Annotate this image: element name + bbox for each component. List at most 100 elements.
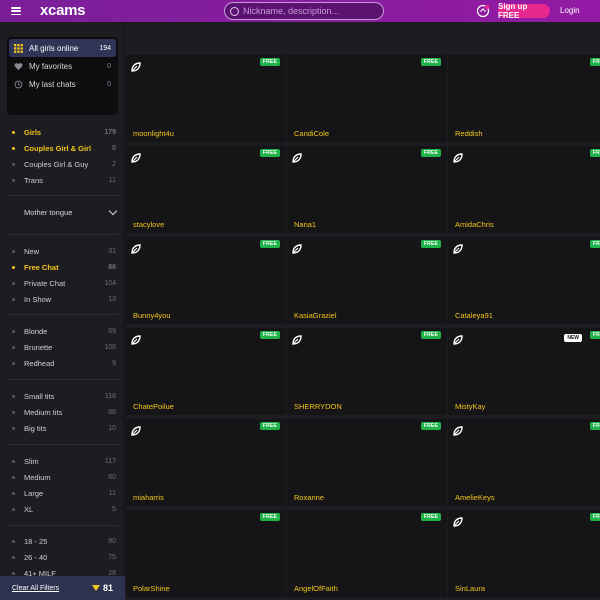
- model-name[interactable]: SinLaura: [455, 584, 485, 593]
- clear-filters-link[interactable]: Clear All Filters: [12, 585, 59, 592]
- mother-tongue-dropdown[interactable]: Mother tongue: [24, 206, 119, 217]
- model-name[interactable]: AngelOfFaith: [294, 584, 338, 593]
- bullet-icon: [12, 130, 15, 134]
- filter-label: Private Chat: [24, 278, 66, 288]
- model-card[interactable]: FREE Reddish: [448, 55, 600, 144]
- quick-nav-item[interactable]: All girls online 194: [9, 39, 116, 57]
- model-name[interactable]: miaharris: [133, 493, 164, 502]
- quick-nav-count: 0: [107, 80, 111, 88]
- model-card[interactable]: NEW FREE MistyKay: [448, 328, 600, 417]
- filter-item-body[interactable]: Slim 117: [0, 453, 125, 469]
- chevron-down-icon: [108, 206, 118, 216]
- model-name[interactable]: KasiaGraziel: [294, 311, 337, 320]
- model-card[interactable]: FREE AngelOfFaith: [287, 510, 447, 599]
- model-card[interactable]: FREE miaharris: [126, 419, 286, 508]
- hamburger-menu-icon[interactable]: [11, 7, 21, 15]
- model-card[interactable]: FREE AmelieKeys: [448, 419, 600, 508]
- filter-item-status[interactable]: New 31: [0, 243, 125, 259]
- model-card[interactable]: FREE Cataleya91: [448, 237, 600, 326]
- filter-item-breasts[interactable]: Big tits 10: [0, 420, 125, 436]
- model-name[interactable]: CandiCole: [294, 129, 329, 138]
- free-badge: FREE: [420, 331, 441, 339]
- model-card[interactable]: FREE CandiCole: [287, 55, 447, 144]
- model-name[interactable]: stacylove: [133, 220, 164, 229]
- filter-count: 31: [108, 247, 116, 255]
- filter-count-badge[interactable]: 81: [91, 583, 113, 593]
- vip-leaf-icon: [131, 332, 141, 345]
- login-link[interactable]: Login: [560, 6, 580, 15]
- filter-label: New: [24, 246, 40, 256]
- filter-item-hair[interactable]: Blonde 69: [0, 323, 125, 339]
- search-input[interactable]: [243, 6, 373, 16]
- vip-leaf-icon: [131, 241, 141, 254]
- filter-label: Slim: [24, 456, 39, 466]
- filter-label: Blonde: [24, 326, 48, 336]
- quick-nav-count: 0: [107, 62, 111, 70]
- free-badge: FREE: [420, 149, 441, 157]
- model-card[interactable]: FREE Roxanne: [287, 419, 447, 508]
- model-card[interactable]: FREE SinLaura: [448, 510, 600, 599]
- filter-count: 11: [108, 176, 116, 184]
- model-name[interactable]: MistyKay: [455, 402, 485, 411]
- filter-item-hair[interactable]: Brunette 106: [0, 339, 125, 355]
- filter-item-categories[interactable]: Couples Girl & Guy 2: [0, 156, 125, 172]
- model-card[interactable]: FREE Bunny4you: [126, 237, 286, 326]
- bullet-icon: [12, 426, 15, 430]
- model-name[interactable]: AmidaChris: [455, 220, 494, 229]
- search-box[interactable]: [224, 2, 384, 20]
- vip-leaf-icon: [292, 241, 302, 254]
- filter-count: 90: [108, 537, 116, 545]
- filter-item-categories[interactable]: Couples Girl & Girl 0: [0, 140, 125, 156]
- filter-label: 18 - 25: [24, 536, 48, 546]
- filter-item-categories[interactable]: Trans 11: [0, 172, 125, 188]
- free-badge: FREE: [589, 331, 600, 339]
- model-name[interactable]: PolarShine: [133, 584, 170, 593]
- bullet-icon: [12, 178, 15, 182]
- vip-leaf-icon: [453, 514, 463, 527]
- filter-item-body[interactable]: Large 11: [0, 485, 125, 501]
- model-card[interactable]: FREE Nana1: [287, 146, 447, 235]
- filter-item-age[interactable]: 18 - 25 90: [0, 533, 125, 549]
- model-name[interactable]: moonlight4u: [133, 129, 174, 138]
- filter-item-breasts[interactable]: Medium tits 66: [0, 404, 125, 420]
- filter-item-status[interactable]: In Show 13: [0, 291, 125, 307]
- filter-label: 26 - 40: [24, 552, 48, 562]
- filter-item-age[interactable]: 26 - 40 75: [0, 549, 125, 565]
- bullet-icon: [12, 146, 15, 150]
- filter-item-status[interactable]: Free Chat 86: [0, 259, 125, 275]
- gift-icon[interactable]: [476, 4, 490, 18]
- quick-nav-item[interactable]: My favorites 0: [9, 57, 116, 75]
- model-name[interactable]: Roxanne: [294, 493, 324, 502]
- bullet-icon: [12, 555, 15, 559]
- filter-item-breasts[interactable]: Small tits 118: [0, 388, 125, 404]
- filter-item-categories[interactable]: Girls 179: [0, 124, 125, 140]
- model-name[interactable]: Bunny4you: [133, 311, 171, 320]
- filter-item-body[interactable]: Medium 60: [0, 469, 125, 485]
- model-card[interactable]: FREE PolarShine: [126, 510, 286, 599]
- signup-button[interactable]: Sign up FREE: [498, 2, 550, 20]
- filter-item-status[interactable]: Private Chat 104: [0, 275, 125, 291]
- model-name[interactable]: AmelieKeys: [455, 493, 495, 502]
- model-name[interactable]: Reddish: [455, 129, 483, 138]
- model-name[interactable]: Cataleya91: [455, 311, 493, 320]
- bullet-icon: [12, 507, 15, 511]
- model-card[interactable]: FREE ChatePoilue: [126, 328, 286, 417]
- vip-leaf-icon: [131, 59, 141, 72]
- bullet-icon: [12, 329, 15, 333]
- filter-item-hair[interactable]: Redhead 9: [0, 355, 125, 371]
- vip-leaf-icon: [131, 423, 141, 436]
- model-card[interactable]: FREE AmidaChris: [448, 146, 600, 235]
- model-card[interactable]: FREE SHERRYDON: [287, 328, 447, 417]
- quick-nav-item[interactable]: My last chats 0: [9, 75, 116, 93]
- filter-item-body[interactable]: XL 5: [0, 501, 125, 517]
- model-name[interactable]: ChatePoilue: [133, 402, 174, 411]
- bullet-icon: [12, 361, 15, 365]
- model-name[interactable]: Nana1: [294, 220, 316, 229]
- model-card[interactable]: FREE stacylove: [126, 146, 286, 235]
- free-badge: FREE: [259, 149, 280, 157]
- site-logo[interactable]: xcams: [40, 2, 86, 20]
- model-card[interactable]: FREE moonlight4u: [126, 55, 286, 144]
- filter-count: 66: [108, 408, 116, 416]
- model-name[interactable]: SHERRYDON: [294, 402, 342, 411]
- model-card[interactable]: FREE KasiaGraziel: [287, 237, 447, 326]
